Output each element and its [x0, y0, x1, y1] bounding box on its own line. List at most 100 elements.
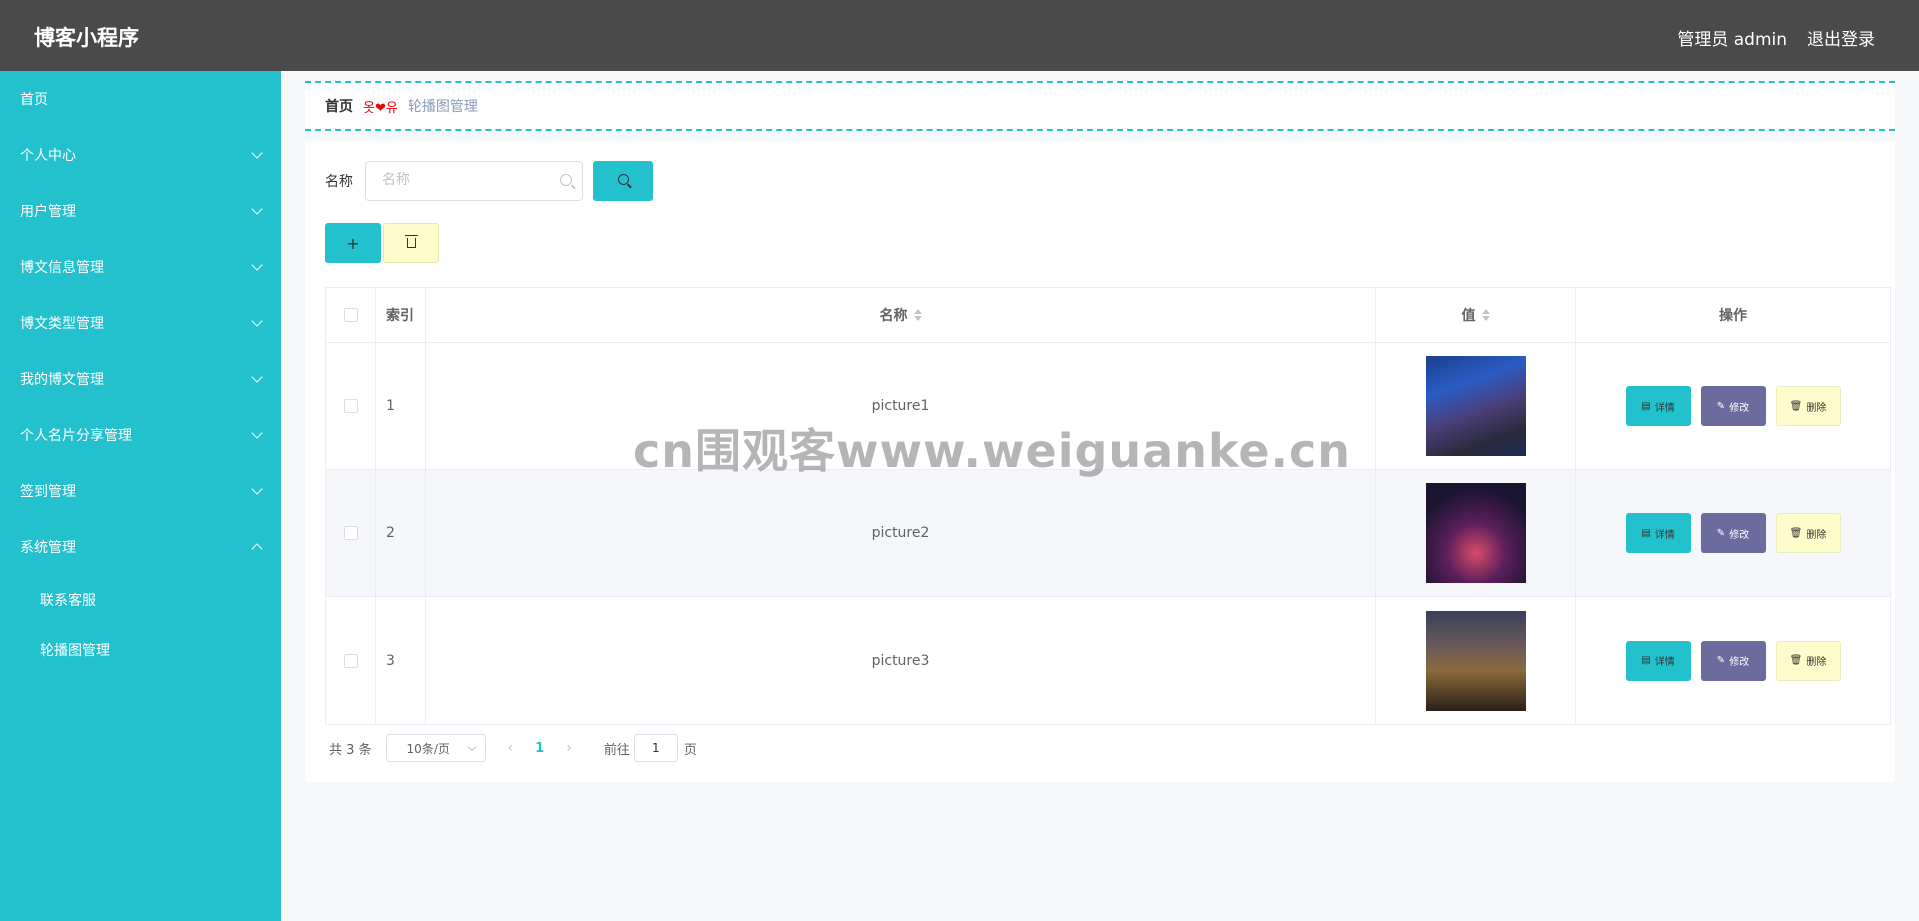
header-check-cell — [326, 288, 376, 342]
breadcrumb-separator: 옷❤유 — [363, 100, 398, 116]
detail-button[interactable]: ▤ 详情 — [1625, 386, 1691, 426]
chevron-up-icon — [251, 543, 263, 555]
breadcrumb: 首页 옷❤유 轮播图管理 — [305, 81, 1895, 131]
main-content: 首页 옷❤유 轮播图管理 名称 + — [281, 71, 1919, 921]
row-actions: ▤ 详情 ✎ 修改 🗑 删除 — [1576, 597, 1890, 724]
breadcrumb-home[interactable]: 首页 — [325, 96, 353, 116]
sidebar-item-post-info[interactable]: 博文信息管理 — [0, 239, 281, 295]
page-number-current[interactable]: 1 — [535, 741, 544, 756]
trash-icon — [404, 235, 418, 248]
edit-button[interactable]: ✎ 修改 — [1700, 386, 1766, 426]
row-name: picture2 — [426, 470, 1376, 596]
sidebar-subitem-carousel[interactable]: 轮播图管理 — [0, 625, 281, 675]
sidebar-item-label: 联系客服 — [40, 593, 96, 609]
sidebar-item-label: 个人中心 — [20, 148, 76, 164]
edit-button[interactable]: ✎ 修改 — [1700, 513, 1766, 553]
page-size-select[interactable]: 10条/页 — [385, 734, 486, 762]
edit-label: 修改 — [1729, 657, 1750, 668]
thumbnail-image[interactable] — [1425, 483, 1526, 583]
header-name[interactable]: 名称 — [426, 288, 1376, 342]
table-row: 1 picture1 ▤ 详情 ✎ 修改 🗑 删除 — [326, 343, 1890, 470]
row-checkbox[interactable] — [343, 526, 358, 540]
search-button[interactable] — [593, 161, 653, 201]
next-page-button[interactable]: › — [566, 740, 572, 756]
header-index: 索引 — [376, 288, 426, 342]
chevron-down-icon — [251, 371, 263, 383]
row-index: 1 — [376, 343, 426, 469]
sidebar-item-label: 轮播图管理 — [40, 643, 110, 659]
chevron-down-icon — [251, 483, 263, 495]
thumbnail-image[interactable] — [1425, 610, 1526, 711]
breadcrumb-current: 轮播图管理 — [407, 99, 478, 115]
sidebar: 首页 个人中心 用户管理 博文信息管理 博文类型管理 我的博文管理 个人名片分享… — [0, 71, 281, 921]
sort-icon[interactable] — [913, 309, 922, 321]
search-icon — [618, 174, 629, 185]
detail-button[interactable]: ▤ 详情 — [1625, 640, 1691, 681]
delete-label: 删除 — [1806, 529, 1827, 541]
search-icon — [560, 174, 572, 186]
content-panel: 名称 + 索引 名称 — [305, 141, 1895, 782]
delete-button[interactable]: 🗑 删除 — [1775, 513, 1841, 553]
detail-button[interactable]: ▤ 详情 — [1625, 513, 1691, 553]
row-value — [1376, 343, 1576, 469]
app-title: 博客小程序 — [34, 26, 139, 50]
row-checkbox[interactable] — [343, 399, 358, 413]
row-name: picture3 — [426, 597, 1376, 724]
admin-user-label: 管理员 admin — [1677, 30, 1787, 50]
select-all-checkbox[interactable] — [343, 308, 358, 322]
batch-delete-button[interactable] — [383, 223, 439, 263]
sort-icon[interactable] — [1481, 309, 1490, 321]
sidebar-item-my-posts[interactable]: 我的博文管理 — [0, 351, 281, 407]
sidebar-item-label: 博文信息管理 — [20, 260, 104, 276]
delete-label: 删除 — [1806, 657, 1827, 668]
prev-page-button[interactable]: ‹ — [508, 740, 514, 756]
delete-button[interactable]: 🗑 删除 — [1775, 640, 1841, 681]
sidebar-item-checkin[interactable]: 签到管理 — [0, 463, 281, 519]
sidebar-item-system[interactable]: 系统管理 — [0, 519, 281, 575]
pencil-icon: ✎ — [1716, 400, 1726, 412]
edit-button[interactable]: ✎ 修改 — [1700, 640, 1766, 681]
top-header: 博客小程序 管理员 admin 退出登录 — [0, 0, 1919, 71]
chevron-down-icon — [251, 315, 263, 327]
sidebar-item-post-type[interactable]: 博文类型管理 — [0, 295, 281, 351]
delete-button[interactable]: 🗑 删除 — [1775, 386, 1841, 426]
sidebar-item-label: 签到管理 — [20, 484, 76, 500]
row-value — [1376, 470, 1576, 596]
table-row: 3 picture3 ▤ 详情 ✎ 修改 🗑 删除 — [326, 597, 1890, 724]
trash-icon: 🗑 — [1789, 527, 1803, 539]
search-label: 名称 — [325, 174, 353, 190]
chevron-down-icon — [251, 147, 263, 159]
thumbnail-image[interactable] — [1425, 356, 1526, 456]
sidebar-item-label: 系统管理 — [20, 540, 76, 556]
sidebar-item-user-management[interactable]: 用户管理 — [0, 183, 281, 239]
sidebar-item-business-card[interactable]: 个人名片分享管理 — [0, 407, 281, 463]
header-value-label: 值 — [1461, 308, 1476, 324]
sidebar-item-personal-center[interactable]: 个人中心 — [0, 127, 281, 183]
row-actions: ▤ 详情 ✎ 修改 🗑 删除 — [1576, 470, 1890, 596]
trash-icon: 🗑 — [1789, 400, 1803, 412]
delete-label: 删除 — [1806, 402, 1827, 414]
sidebar-subitem-customer-service[interactable]: 联系客服 — [0, 575, 281, 625]
sidebar-item-home[interactable]: 首页 — [0, 71, 281, 127]
row-actions: ▤ 详情 ✎ 修改 🗑 删除 — [1576, 343, 1890, 469]
sidebar-item-label: 个人名片分享管理 — [20, 428, 132, 444]
chevron-down-icon — [251, 203, 263, 215]
header-actions: 操作 — [1719, 308, 1747, 324]
document-icon: ▤ — [1641, 400, 1651, 412]
row-name: picture1 — [426, 343, 1376, 469]
header-value[interactable]: 值 — [1376, 288, 1576, 342]
table-row: 2 picture2 ▤ 详情 ✎ 修改 🗑 删除 — [326, 470, 1890, 597]
goto-page-input[interactable]: 1 — [633, 734, 678, 762]
detail-label: 详情 — [1654, 657, 1675, 668]
row-check-cell — [326, 343, 376, 469]
header-name-label: 名称 — [879, 308, 908, 324]
logout-link[interactable]: 退出登录 — [1807, 25, 1875, 50]
row-value — [1376, 597, 1576, 724]
pencil-icon: ✎ — [1716, 655, 1726, 666]
document-icon: ▤ — [1641, 655, 1651, 666]
row-checkbox[interactable] — [343, 653, 358, 668]
page-size-value: 10条/页 — [406, 741, 450, 756]
row-index: 2 — [376, 470, 426, 596]
add-button[interactable]: + — [325, 223, 381, 263]
search-input[interactable] — [380, 162, 560, 198]
